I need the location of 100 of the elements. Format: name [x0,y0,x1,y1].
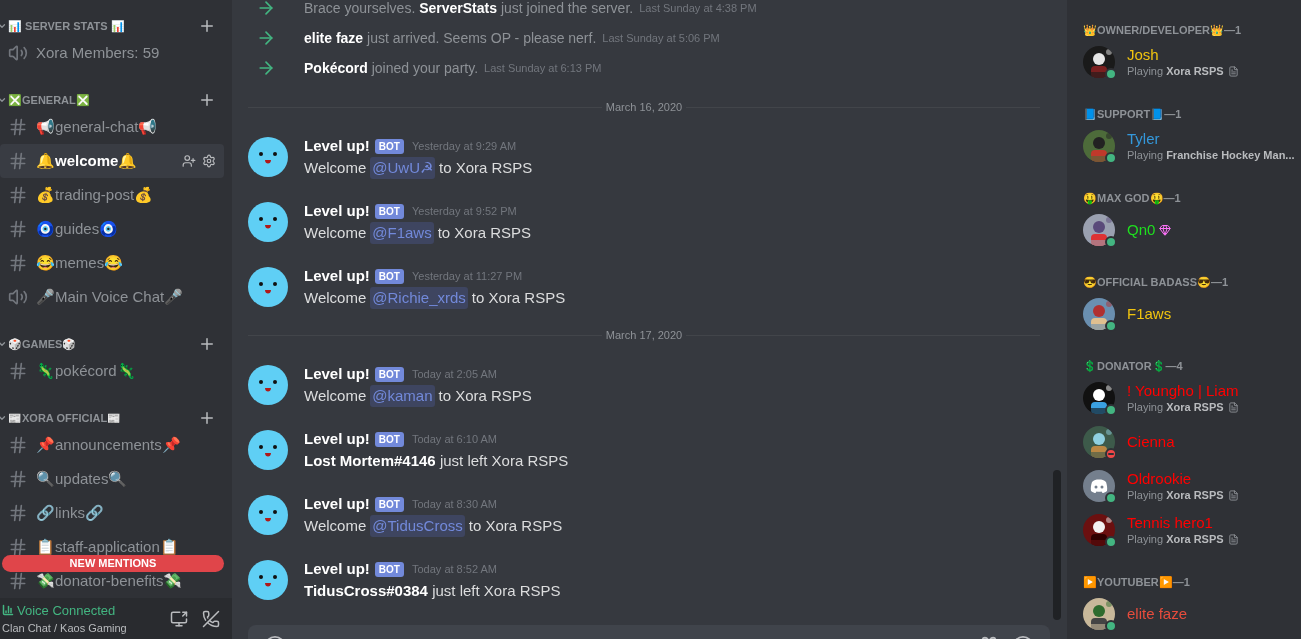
author-name[interactable]: Level up! [304,362,370,386]
channel-item[interactable]: 🎤Main Voice Chat🎤 [0,280,224,314]
add-channel-icon[interactable] [198,335,216,353]
timestamp: Today at 2:05 AM [411,366,497,382]
system-message: Brace yourselves. ServerStats just joined the server. [304,0,634,18]
author-name[interactable]: Level up! [304,264,370,288]
member-item[interactable]: F1aws [1083,292,1301,336]
invite-icon[interactable] [182,154,196,168]
add-channel-icon[interactable] [198,91,216,109]
hash-icon [8,503,28,523]
channel-item[interactable]: 🔔welcome🔔 [0,144,224,178]
user-mention[interactable]: @TidusCross [370,514,465,538]
user-mention[interactable]: @F1aws [370,221,434,245]
author-name[interactable]: Level up! [304,199,370,223]
member-activity: Playing Franchise Hockey Man... [1127,148,1295,162]
channel-item[interactable]: 📌announcements📌 [0,428,224,462]
member-item[interactable]: Oldrookie Playing Xora RSPS [1083,464,1301,508]
author-name[interactable]: Level up! [304,557,370,581]
channel-item[interactable]: 🦎pokécord🦎 [0,354,224,388]
channel-name[interactable]: 🔗links🔗 [36,501,104,525]
member-name[interactable]: elite faze [1127,605,1188,623]
user-mention[interactable]: @Richie_xrds [370,286,468,310]
member-name[interactable]: ! Youngho | Liam [1127,382,1239,400]
smiley-avatar-icon [248,560,288,600]
role-header: ▶YOUTUBER▶—1 [1083,574,1190,590]
member-item[interactable]: ! Youngho | Liam Playing Xora RSPS [1083,376,1301,420]
channel-item[interactable]: 💰trading-post💰 [0,178,224,212]
category-name[interactable]: 📰XORA OFFICIAL📰 [8,409,122,427]
speaker-icon [8,287,28,307]
date-divider: March 17, 2020 [604,327,684,343]
voice-status: Voice Connected [17,601,116,620]
chevron-icon[interactable] [0,413,7,423]
author-name[interactable]: Level up! [304,427,370,451]
add-channel-icon[interactable] [198,409,216,427]
chevron-icon[interactable] [0,339,7,349]
smiley-avatar-icon [248,202,288,242]
timestamp: Today at 6:10 AM [411,431,497,447]
channel-item[interactable]: 📢general-chat📢 [0,110,224,144]
channel-name[interactable]: 🔍updates🔍 [36,467,128,491]
channel-name[interactable]: 🔔welcome🔔 [36,149,138,173]
member-name[interactable]: F1aws [1127,305,1172,323]
member-item[interactable]: Tennis hero1 Playing Xora RSPS [1083,508,1301,552]
message-text: Welcome [304,385,367,406]
member-activity: Playing Xora RSPS [1127,532,1224,546]
chevron-icon[interactable] [0,21,7,31]
add-channel-icon[interactable] [198,17,216,35]
hash-icon [8,151,28,171]
message-text: Welcome [304,222,367,243]
channel-name[interactable]: Xora Members: 59 [36,41,160,65]
bot-tag: BOT [374,268,404,284]
author-name[interactable]: Level up! [304,134,370,158]
member-item[interactable]: Cienna [1083,420,1301,464]
channel-name[interactable]: 🦎pokécord🦎 [36,359,136,383]
message-text: Welcome [304,157,367,178]
voice-channel[interactable]: Clan Chat / Kaos Gaming [2,620,127,637]
category-name[interactable]: 📊 SERVER STATS 📊 [8,17,125,35]
message-text: to Xora RSPS [471,287,566,308]
channel-name[interactable]: 😂memes😂 [36,251,124,275]
smiley-avatar-icon [248,430,288,470]
screen-share-icon[interactable] [170,609,188,628]
user-mention[interactable]: @UwU☭ [370,156,435,180]
timestamp: Last Sunday at 5:06 PM [602,30,720,46]
member-name[interactable]: Tyler [1127,130,1160,148]
channel-name[interactable]: 💸donator-benefits💸 [36,569,183,593]
message-text: Welcome [304,287,367,308]
channel-item[interactable]: 🔍updates🔍 [0,462,224,496]
member-item[interactable]: elite faze [1083,592,1301,636]
channel-name[interactable]: 🎤Main Voice Chat🎤 [36,285,184,309]
category-name[interactable]: 🎲GAMES🎲 [8,335,77,353]
new-mentions-toast[interactable]: NEW MENTIONS [2,555,224,572]
user-mention[interactable]: @kaman [370,384,435,408]
member-item[interactable]: Tyler Playing Franchise Hockey Man... [1083,124,1301,168]
channel-item[interactable]: 🔗links🔗 [0,496,224,530]
bot-tag: BOT [374,431,404,447]
scrollbar-thumb[interactable] [1053,470,1061,620]
bot-tag: BOT [374,561,404,577]
member-name[interactable]: Qn0 [1127,221,1156,239]
role-header: 🤑MAX GOD🤑—1 [1083,190,1181,207]
channel-name[interactable]: 📢general-chat📢 [36,115,158,139]
channel-name[interactable]: 💰trading-post💰 [36,183,154,207]
member-name[interactable]: Cienna [1127,433,1175,451]
member-name[interactable]: Tennis hero1 [1127,514,1213,532]
timestamp: Last Sunday at 6:13 PM [484,60,602,76]
member-name[interactable]: Josh [1127,46,1159,64]
message-text: TidusCross#0384 just left Xora RSPS [304,580,561,601]
timestamp: Yesterday at 11:27 PM [411,268,523,284]
member-name[interactable]: Oldrookie [1127,470,1192,488]
settings-icon[interactable] [202,154,216,168]
author-name[interactable]: Level up! [304,492,370,516]
member-activity: Playing Xora RSPS [1127,400,1224,414]
message-text: to Xora RSPS [468,515,563,536]
channel-name[interactable]: 📌announcements📌 [36,433,181,457]
channel-item[interactable]: Xora Members: 59 [0,36,224,70]
chevron-icon[interactable] [0,95,7,105]
channel-item[interactable]: 😂memes😂 [0,246,224,280]
category-name[interactable]: ❎GENERAL❎ [8,91,90,109]
member-item[interactable]: Josh Playing Xora RSPS [1083,40,1301,84]
bot-tag: BOT [374,203,404,219]
disconnect-icon[interactable] [202,609,220,628]
member-item[interactable]: Qn0 [1083,208,1301,252]
